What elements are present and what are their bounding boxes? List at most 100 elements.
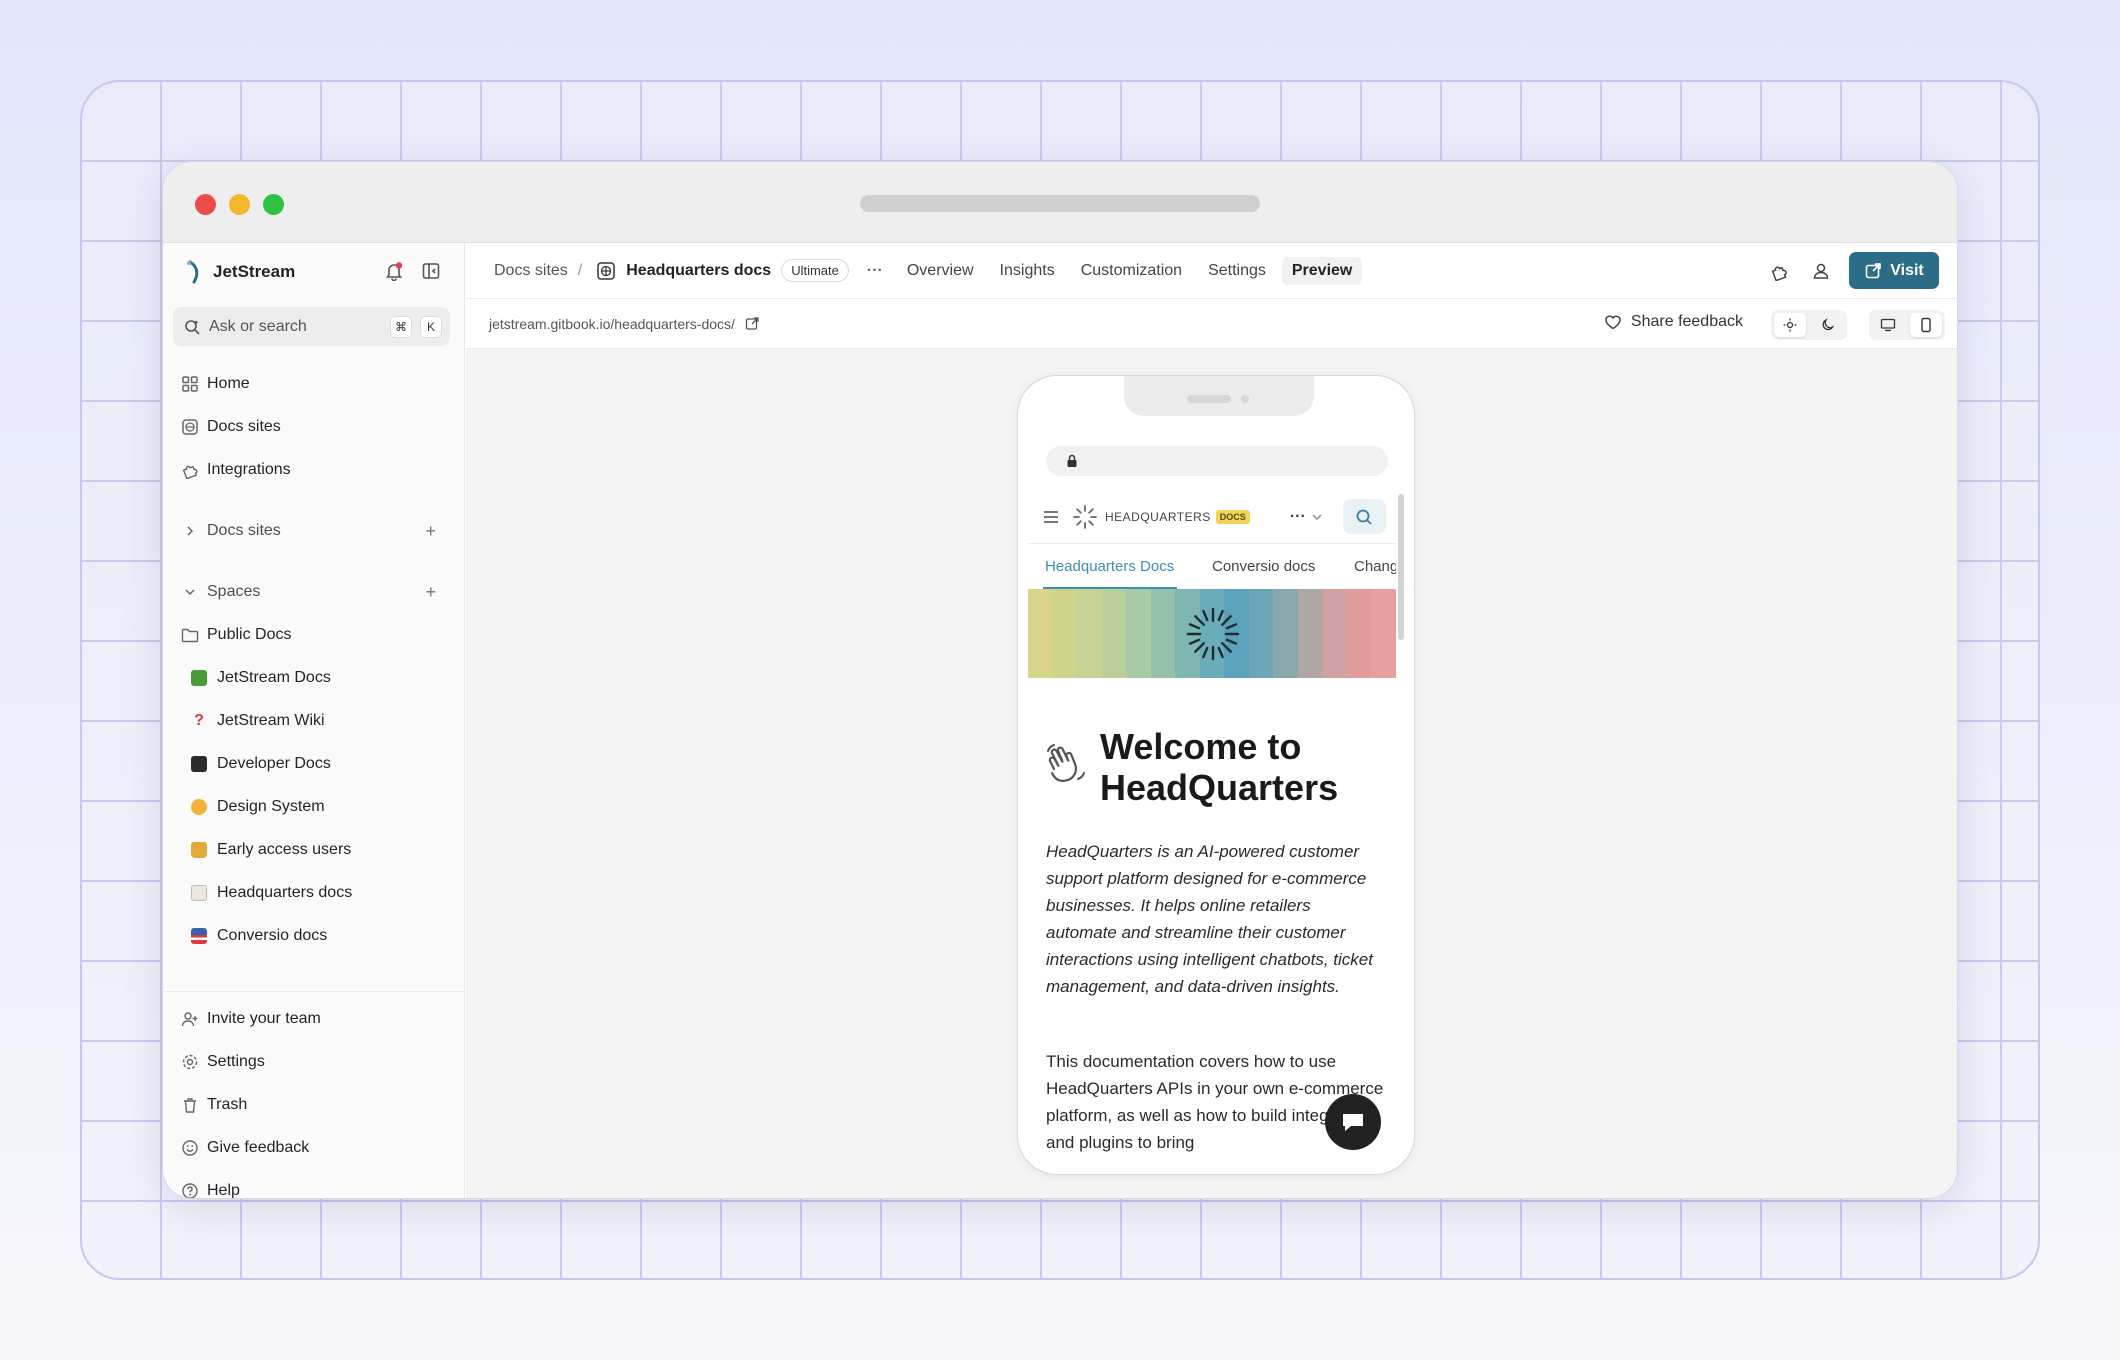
app-window: JetStream Ask or search ⌘ K Home Docs si… [162, 161, 1958, 1199]
sidebar-item-space[interactable]: Early access users [163, 832, 440, 868]
sidebar-item-help[interactable]: Help [173, 1173, 450, 1199]
chat-button[interactable] [1325, 1094, 1381, 1150]
more-options-button[interactable]: ··· [867, 262, 883, 280]
sidebar-item-space[interactable]: ? JetStream Wiki [163, 703, 440, 739]
maximize-window-button[interactable] [263, 194, 284, 215]
visit-button[interactable]: Visit [1849, 252, 1939, 289]
preview-scrollbar[interactable] [1398, 494, 1404, 640]
header-more-button[interactable]: ··· [1290, 508, 1306, 526]
theme-toggle[interactable] [1771, 310, 1847, 340]
sidebar-item-public-docs[interactable]: Public Docs [173, 617, 450, 653]
sidebar-item-label: Design System [217, 798, 325, 815]
site-name[interactable]: Headquarters docs [626, 262, 771, 280]
tab-insights[interactable]: Insights [1000, 262, 1055, 280]
sidebar-item-label: JetStream Docs [217, 669, 331, 686]
puzzle-icon [173, 461, 207, 479]
share-feedback-label: Share feedback [1630, 313, 1743, 330]
window-titlebar [163, 162, 1957, 243]
sidebar-item-space[interactable]: Design System [163, 789, 440, 825]
lock-icon [1066, 454, 1078, 468]
book-icon [191, 670, 207, 686]
globe-icon [173, 418, 207, 436]
sidebar-item-space[interactable]: JetStream Docs [163, 660, 440, 696]
plan-badge: Ultimate [781, 259, 849, 282]
sidebar-item-feedback[interactable]: Give feedback [173, 1130, 450, 1166]
sidebar: JetStream Ask or search ⌘ K Home Docs si… [163, 243, 465, 1198]
ai-search-icon [183, 318, 201, 336]
visit-label: Visit [1890, 261, 1924, 279]
add-user-icon [173, 1010, 207, 1028]
sidebar-item-docs-sites[interactable]: Docs sites [173, 409, 450, 445]
help-circle-icon [173, 1182, 207, 1198]
laptop-icon [191, 756, 207, 772]
notepad-icon [191, 885, 207, 901]
section-label: Docs sites [207, 522, 281, 539]
dark-mode-icon[interactable] [1812, 313, 1844, 337]
sidebar-item-integrations[interactable]: Integrations [173, 452, 450, 488]
tab-customization[interactable]: Customization [1081, 262, 1182, 280]
lock-icon [191, 842, 207, 858]
brand-name: JetStream [213, 262, 296, 281]
section-docs-sites[interactable]: Docs sites + [173, 513, 450, 549]
share-feedback-button[interactable]: Share feedback [1604, 313, 1743, 331]
close-window-button[interactable] [195, 194, 216, 215]
bell-icon[interactable] [384, 261, 404, 281]
brand[interactable]: JetStream [185, 258, 295, 286]
desktop-icon[interactable] [1872, 313, 1904, 337]
minimize-window-button[interactable] [229, 194, 250, 215]
sidebar-item-space[interactable]: Developer Docs [163, 746, 440, 782]
sidebar-item-space[interactable]: Conversio docs [163, 918, 440, 954]
mobile-preview-frame: HEADQUARTERS DOCS ··· Headquarters Docs … [1017, 375, 1415, 1175]
smiling-face-icon [191, 799, 207, 815]
chat-bubble-icon [1340, 1110, 1366, 1134]
members-icon[interactable] [1811, 261, 1831, 281]
tab-conversio-docs[interactable]: Conversio docs [1212, 558, 1315, 575]
open-external-icon[interactable] [745, 316, 760, 331]
chevron-down-icon[interactable] [1311, 512, 1323, 522]
search-input[interactable]: Ask or search ⌘ K [173, 307, 450, 346]
sidebar-item-space[interactable]: Headquarters docs [163, 875, 440, 911]
globe-icon [596, 261, 616, 281]
add-space-icon[interactable]: + [425, 582, 436, 603]
chevron-down-icon [173, 585, 207, 599]
breadcrumb-separator: / [577, 261, 583, 279]
add-docs-site-icon[interactable]: + [425, 521, 436, 542]
sidebar-item-invite[interactable]: Invite your team [173, 1001, 450, 1037]
sidebar-item-label: Give feedback [207, 1139, 310, 1156]
us-flag-icon [191, 928, 207, 944]
folder-icon [173, 627, 207, 643]
light-mode-icon[interactable] [1774, 313, 1806, 337]
sidebar-divider [163, 991, 464, 992]
tab-preview[interactable]: Preview [1281, 256, 1363, 285]
integrations-puzzle-icon[interactable] [1769, 261, 1789, 281]
tab-overview[interactable]: Overview [907, 262, 974, 280]
phone-address-bar [1046, 446, 1388, 476]
sidebar-item-label: Docs sites [207, 418, 281, 435]
section-spaces[interactable]: Spaces + [173, 574, 450, 610]
search-button[interactable] [1342, 499, 1386, 534]
headquarters-emblem-icon [1184, 605, 1242, 663]
address-bar-placeholder [860, 195, 1260, 212]
breadcrumb-docs-sites[interactable]: Docs sites [494, 262, 568, 280]
sidebar-item-label: Trash [207, 1096, 248, 1113]
docs-site-tabs: Headquarters Docs Conversio docs Chang [1028, 544, 1396, 590]
mobile-icon[interactable] [1910, 313, 1942, 337]
hamburger-menu-icon[interactable] [1043, 510, 1059, 524]
tab-changelog[interactable]: Chang [1354, 558, 1396, 575]
preview-url[interactable]: jetstream.gitbook.io/headquarters-docs/ [489, 316, 735, 332]
tab-headquarters-docs[interactable]: Headquarters Docs [1045, 558, 1174, 575]
question-mark-icon: ? [194, 712, 204, 729]
sidebar-item-label: Help [207, 1182, 240, 1199]
sidebar-item-settings[interactable]: Settings [173, 1044, 450, 1080]
collapse-sidebar-icon[interactable] [421, 261, 441, 281]
sidebar-item-trash[interactable]: Trash [173, 1087, 450, 1123]
heart-icon [1604, 314, 1622, 330]
chevron-right-icon [173, 524, 207, 538]
page-title-line-1: Welcome to [1100, 726, 1302, 767]
tab-settings[interactable]: Settings [1208, 262, 1266, 280]
sidebar-item-label: Invite your team [207, 1010, 321, 1027]
section-label: Spaces [207, 583, 261, 600]
sidebar-item-home[interactable]: Home [173, 366, 450, 402]
device-toggle[interactable] [1869, 310, 1945, 340]
headquarters-logo-icon [1071, 503, 1099, 531]
